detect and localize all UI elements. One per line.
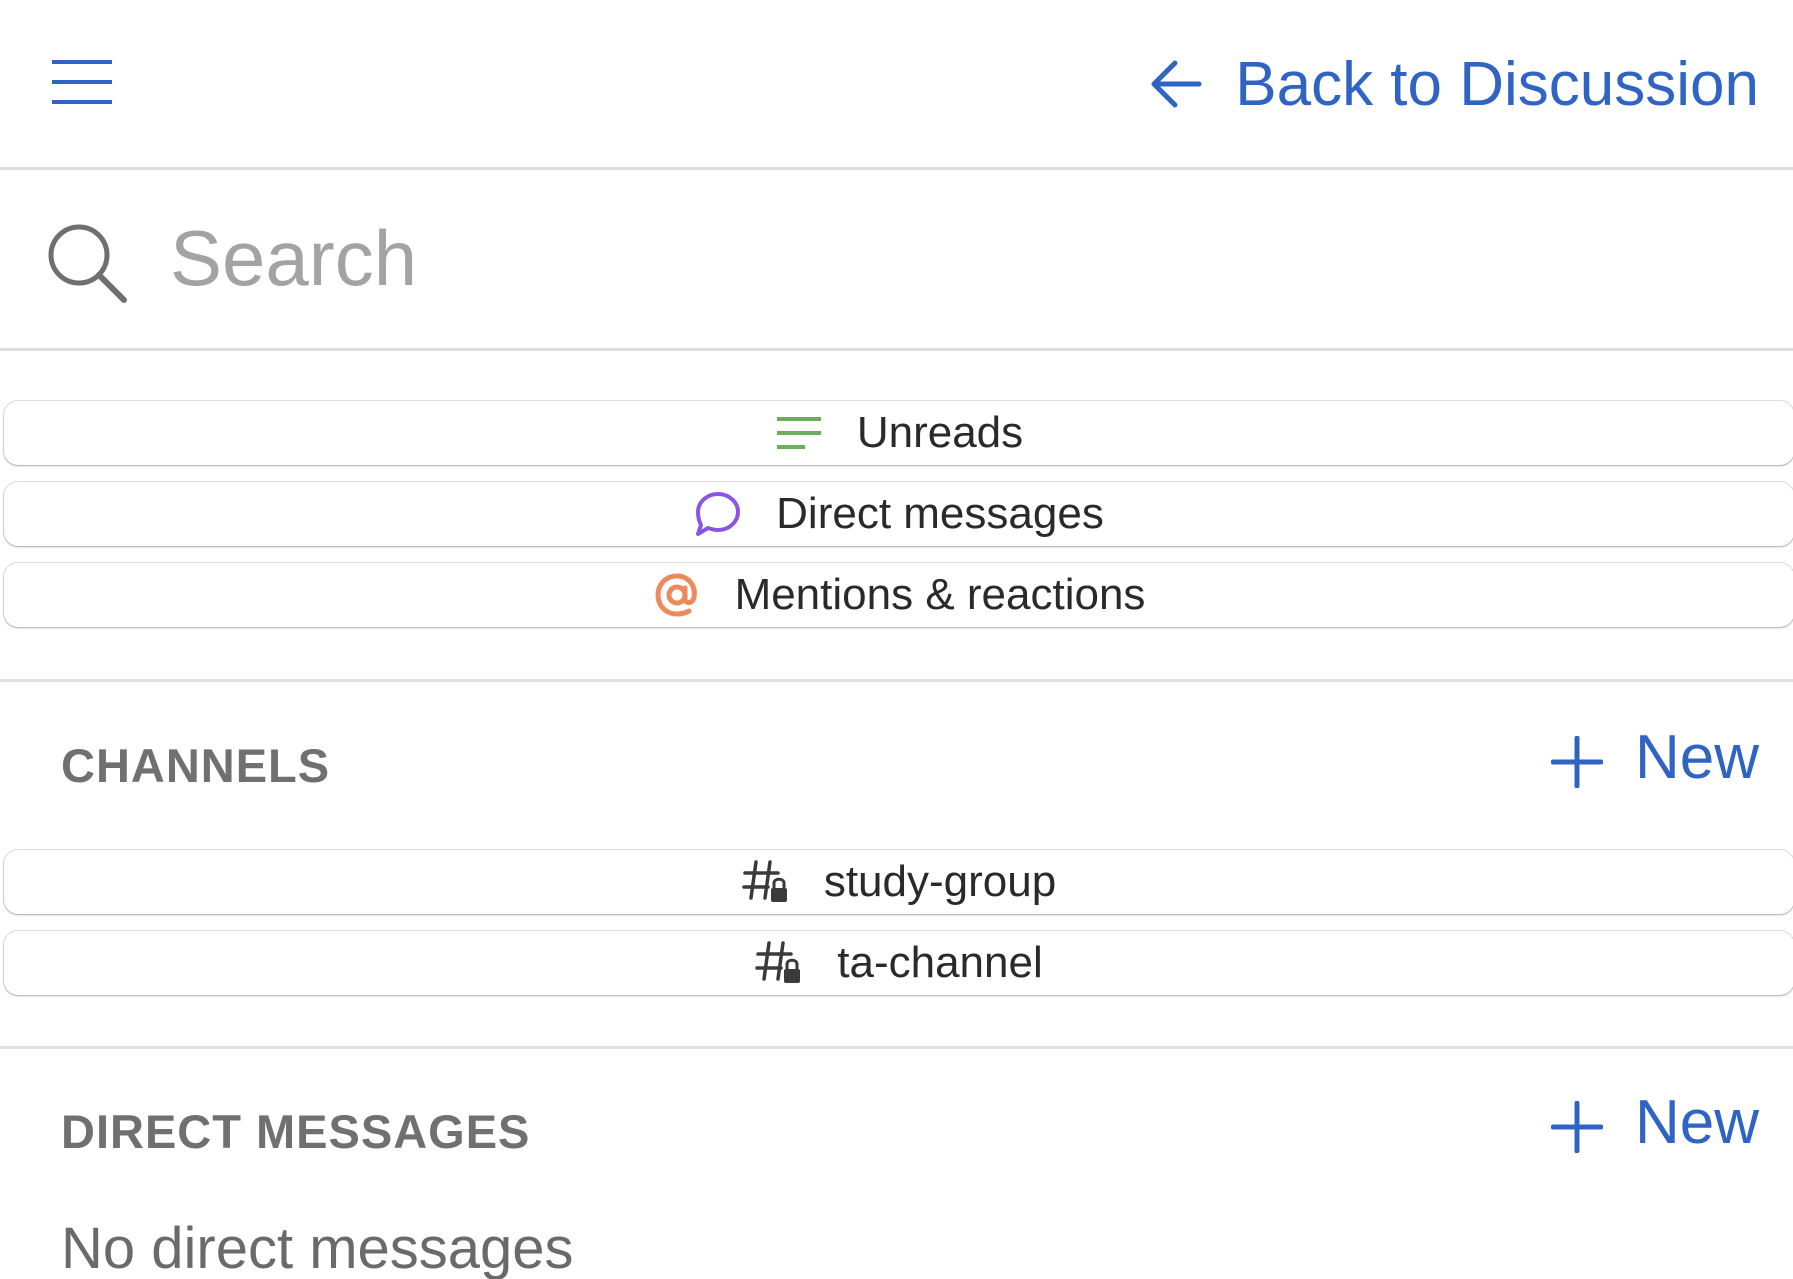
plus-icon	[1550, 1097, 1604, 1153]
channel-label: ta-channel	[837, 938, 1043, 987]
new-channel-button[interactable]: New	[1550, 722, 1759, 793]
chat-bubble-icon	[694, 490, 742, 538]
quick-link-mentions-reactions[interactable]: Mentions & reactions	[4, 563, 1793, 627]
back-to-discussion-link[interactable]: Back to Discussion	[1147, 36, 1759, 132]
back-to-discussion-label: Back to Discussion	[1235, 49, 1759, 119]
quick-link-direct-messages[interactable]: Direct messages	[4, 482, 1793, 546]
plus-icon	[1550, 732, 1604, 788]
channel-item-ta-channel[interactable]: ta-channel	[4, 931, 1793, 995]
no-direct-messages-text: No direct messages	[61, 1216, 574, 1279]
quick-link-unreads[interactable]: Unreads	[4, 401, 1793, 465]
page: Back to Discussion Unreads Di	[0, 0, 1793, 1279]
hamburger-menu-icon[interactable]	[52, 52, 120, 112]
search-icon	[44, 220, 130, 306]
list-icon	[775, 409, 823, 457]
private-channel-icon	[755, 939, 803, 987]
direct-messages-section-title: DIRECT MESSAGES	[61, 1105, 531, 1158]
new-channel-label: New	[1634, 723, 1759, 792]
at-sign-icon	[653, 571, 701, 619]
quick-link-label: Unreads	[856, 408, 1024, 457]
arrow-left-icon	[1147, 55, 1205, 113]
channel-item-study-group[interactable]: study-group	[4, 850, 1793, 914]
search-input[interactable]	[170, 208, 1730, 308]
channels-section-title: CHANNELS	[61, 739, 331, 792]
quick-link-label: Mentions & reactions	[734, 570, 1146, 619]
search-bar	[0, 170, 1793, 351]
new-direct-message-button[interactable]: New	[1550, 1087, 1759, 1158]
new-direct-message-label: New	[1634, 1088, 1759, 1157]
divider	[0, 1046, 1793, 1049]
channel-label: study-group	[823, 857, 1057, 906]
quick-link-label: Direct messages	[776, 489, 1104, 538]
top-bar: Back to Discussion	[0, 0, 1793, 170]
private-channel-icon	[742, 858, 790, 906]
divider	[0, 679, 1793, 682]
